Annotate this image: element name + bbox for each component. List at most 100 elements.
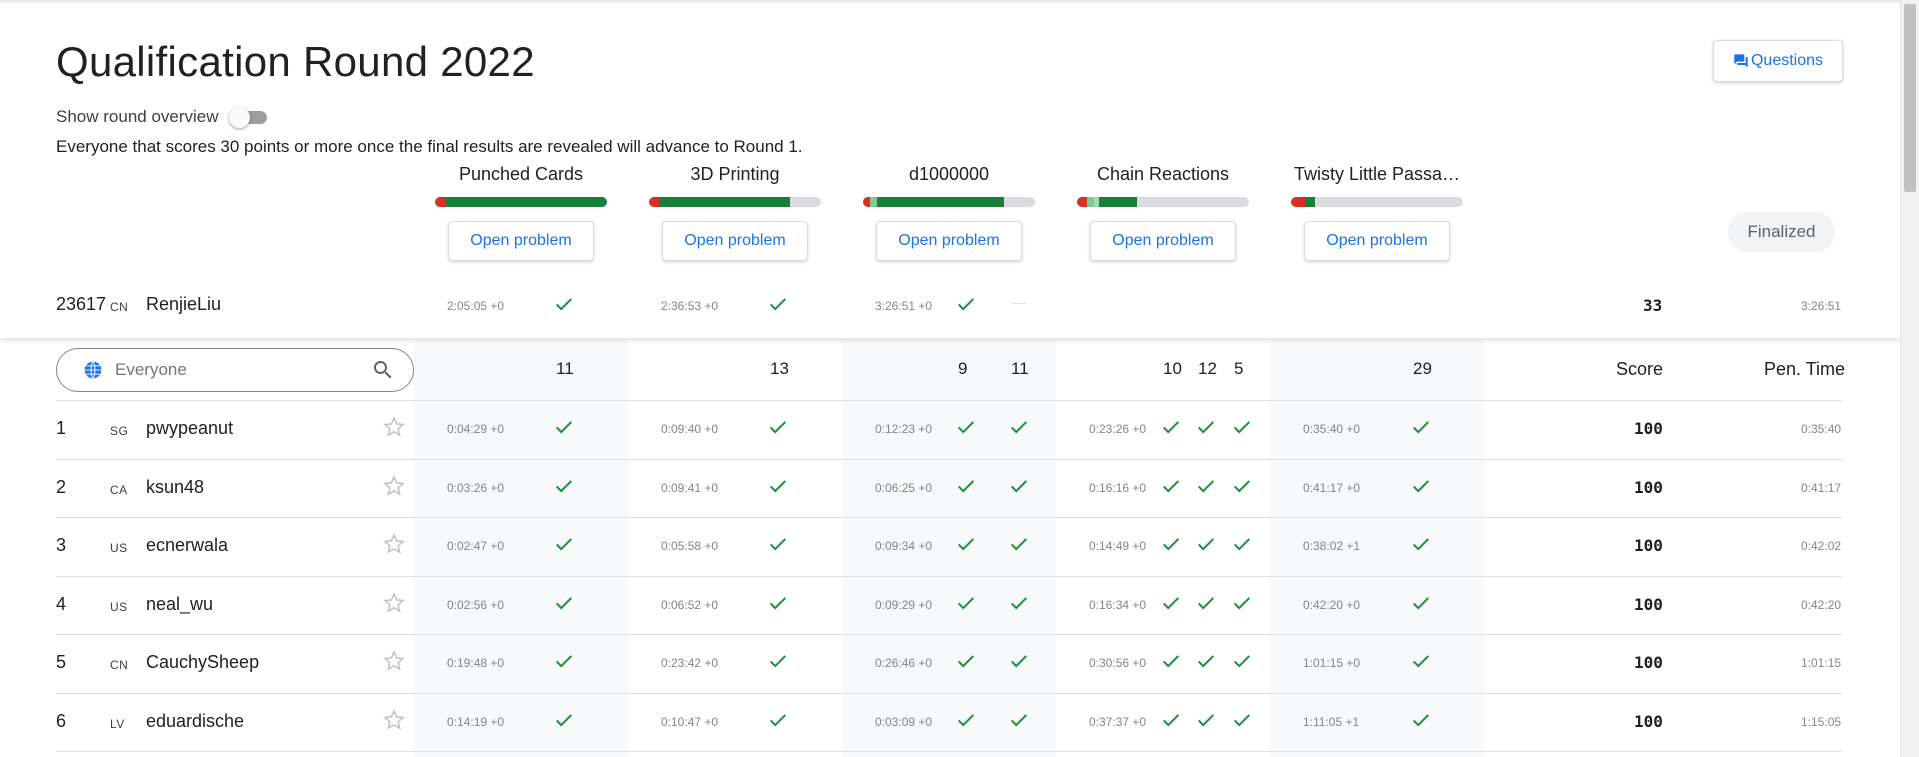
user-score: 100 [1634,536,1663,555]
progress-segment [1077,197,1088,207]
progress-segment [863,197,870,207]
check-cell [1160,592,1182,614]
chat-bubbles-icon [1734,54,1748,68]
subtask-points: 9 [958,359,968,378]
submission-time: 0:03:26 +0 [447,480,505,495]
star-icon[interactable] [382,591,406,615]
user-rank: 6 [56,710,67,731]
penalty-time: 0:41:17 [1801,480,1842,495]
table-row[interactable]: 3 US ecnerwala 0:02:47 +0 0:05:58 +0 0:09:34 … [0,518,1900,576]
check-icon [1233,596,1251,609]
progress-segment [1087,197,1095,207]
check-cell [767,650,789,672]
subtask-points: 10 [1163,359,1182,378]
open-problem-button[interactable]: Open problem [662,221,808,261]
star-icon[interactable] [382,708,406,732]
finalized-badge: Finalized [1728,212,1835,252]
problem-header: Chain Reactions Open problem [1077,164,1249,261]
check-icon [1162,421,1180,434]
user-rank: 2 [56,476,67,497]
subtask-points: 13 [770,359,789,378]
country-code: US [110,599,128,614]
check-cell [767,533,789,555]
check-cell [1195,650,1217,672]
username[interactable]: ecnerwala [146,535,228,556]
open-problem-button[interactable]: Open problem [876,221,1022,261]
star-icon[interactable] [382,474,406,498]
star-icon[interactable] [382,415,406,439]
check-icon [555,596,573,609]
table-row[interactable]: 1 SG pwypeanut 0:04:29 +0 0:09:40 +0 0:12:23 … [0,401,1900,459]
score-header: Score [1616,359,1664,379]
submission-time: 0:41:17 +0 [1303,480,1361,495]
check-icon [555,421,573,434]
submission-time: 0:30:56 +0 [1089,656,1147,670]
check-icon [1412,596,1430,609]
check-icon [1010,655,1028,668]
country-code: CN [110,300,129,314]
penalty-time: 1:15:05 [1801,714,1842,729]
search-input[interactable] [115,360,355,380]
progress-segment [1291,197,1305,207]
row-divider [56,751,1842,752]
username[interactable]: pwypeanut [146,418,233,439]
check-icon [957,538,975,551]
check-icon [1162,655,1180,668]
round-overview-toggle[interactable] [228,106,269,128]
user-score: 100 [1634,419,1663,438]
user-rank: 5 [56,652,67,672]
check-icon [769,596,787,609]
username[interactable]: neal_wu [146,594,213,615]
table-row[interactable]: 6 LV eduardische 0:14:19 +0 0:10:47 +0 0:03:0… [0,694,1900,752]
table-row[interactable]: 5 CN CauchySheep 0:19:48 +0 0:23:42 +0 0:26:4… [0,635,1900,693]
top-divider [0,0,1900,3]
toggle-knob [228,107,250,128]
check-cell [553,293,575,315]
questions-button[interactable]: Questions [1713,40,1843,82]
penalty-time: 0:35:40 [1801,422,1842,436]
search-icon[interactable] [371,358,395,382]
problem-header: d1000000 Open problem [863,164,1035,261]
check-icon [957,298,975,311]
favorite-star[interactable] [382,474,406,498]
submission-time: 1:11:05 +1 [1303,714,1360,729]
favorite-star[interactable] [382,708,406,732]
check-cell [1410,416,1432,438]
check-icon [1233,479,1251,492]
star-icon[interactable] [382,649,406,673]
username[interactable]: eduardische [146,711,244,732]
round-overview-toggle-row: Show round overview [56,106,269,128]
favorite-star[interactable] [382,649,406,673]
table-row[interactable]: 2 CA ksun48 0:03:26 +0 0:09:41 +0 0:06:25 +0 0… [0,460,1900,518]
check-cell [1410,592,1432,614]
check-icon [1162,596,1180,609]
username[interactable]: ksun48 [146,477,204,498]
check-icon [769,298,787,311]
page-scrollbar[interactable] [1900,0,1919,757]
star-icon[interactable] [382,532,406,556]
table-row[interactable]: 4 US neal_wu 0:02:56 +0 0:06:52 +0 0:09:29 +0… [0,577,1900,635]
check-cell [1195,709,1217,731]
favorite-star[interactable] [382,415,406,439]
subtask-points: 12 [1198,359,1217,378]
check-icon [1010,538,1028,551]
check-cell [1008,533,1030,555]
open-problem-button[interactable]: Open problem [1090,221,1236,261]
open-problem-button[interactable]: Open problem [1304,221,1450,261]
submission-time: 1:01:15 +0 [1303,656,1361,670]
username[interactable]: CauchySheep [146,652,259,673]
penalty-time: 0:42:02 [1801,539,1842,553]
check-cell [1160,533,1182,555]
check-icon [769,655,787,668]
check-icon [1233,713,1251,726]
check-cell [1410,475,1432,497]
favorite-star[interactable] [382,591,406,615]
open-problem-button[interactable]: Open problem [448,221,594,261]
check-cell [1160,650,1182,672]
user-rank: 1 [56,418,67,438]
country-code: CA [110,482,128,497]
globe-icon[interactable] [83,360,103,380]
scrollbar-thumb[interactable] [1904,4,1916,192]
solve-progress-bar [649,197,821,207]
favorite-star[interactable] [382,532,406,556]
